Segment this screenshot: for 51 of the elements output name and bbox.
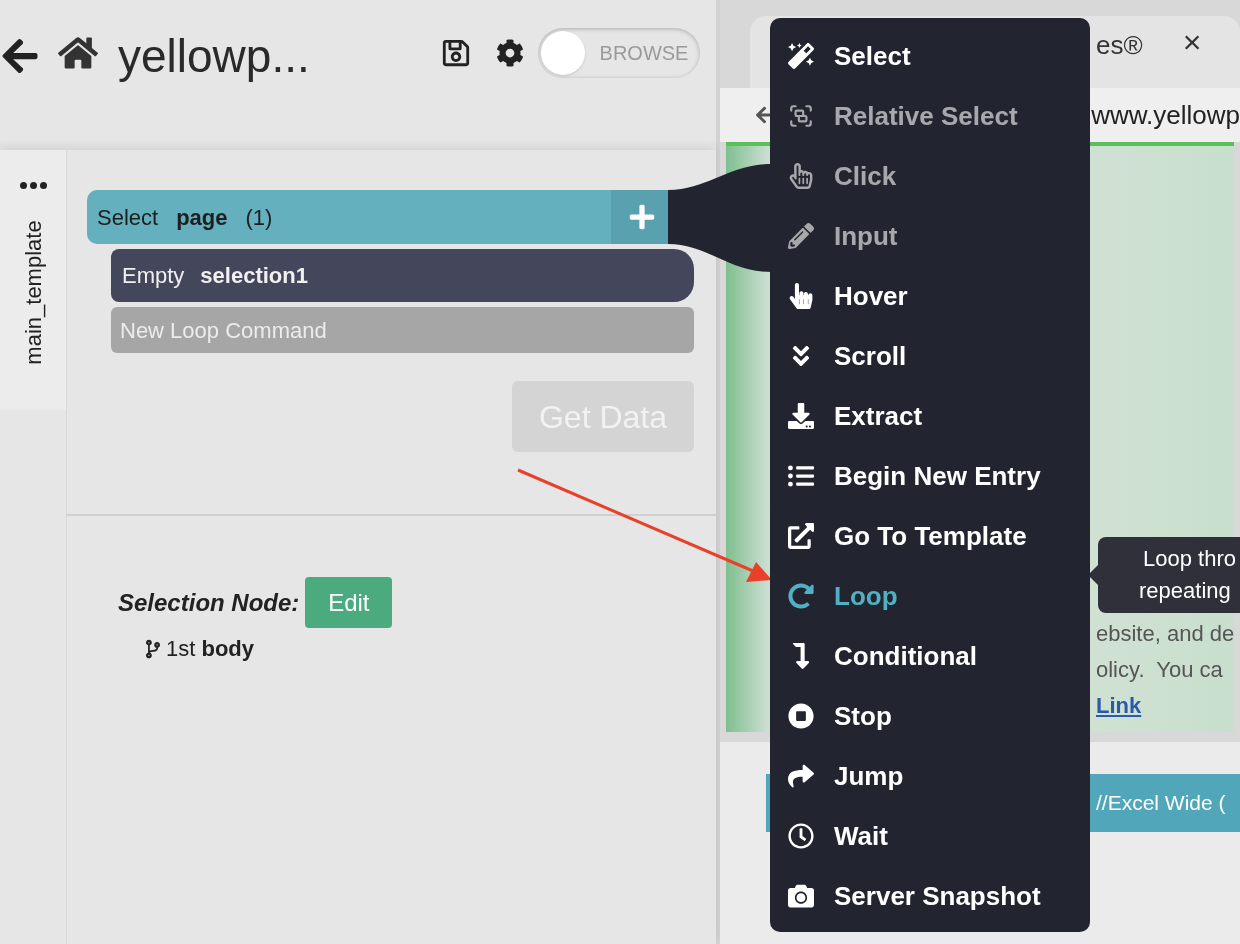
selection-node-label: Selection Node: [118,587,300,618]
menu-item[interactable]: Hover [770,266,1090,326]
command-target: selection1 [200,262,308,290]
menu-item[interactable]: Stop [770,686,1090,746]
menu-item[interactable]: Go To Template [770,506,1090,566]
curved-arrow-icon [788,763,814,789]
template-tab-label: main_template [19,219,47,365]
address-field[interactable]: www.yellowp [1091,95,1240,135]
command-row[interactable]: Empty selection1 [111,249,694,302]
command-count: (1) [245,203,273,232]
menu-item[interactable]: Scroll [770,326,1090,386]
nested-squares-icon [788,103,814,129]
stop-icon [788,703,814,729]
camera-icon [788,883,814,909]
branch-icon [146,638,160,659]
more-icon [19,182,47,189]
save-icon[interactable] [442,38,470,68]
home-icon[interactable] [58,34,98,72]
page-link[interactable]: Link [1096,688,1142,724]
tab-title: es® [1096,29,1143,62]
external-link-icon [788,523,814,549]
menu-item[interactable]: Select [770,26,1090,86]
pencil-icon [788,223,814,249]
list-icon [788,463,814,489]
project-title: yellowp... [118,29,310,84]
node-path: 1st body [166,635,255,663]
menu-item[interactable]: Loop [770,566,1090,626]
pointing-hand-icon [788,163,814,189]
side-tab[interactable]: main_template [0,150,66,410]
menu-item[interactable]: Server Snapshot [770,866,1090,926]
menu-item[interactable]: Extract [770,386,1090,446]
tooltip-text: Loop thro [1143,545,1236,573]
page-text: ebsite, and de [1096,620,1235,648]
tooltip-text: repeating [1139,577,1231,605]
menu-item[interactable]: Conditional [770,626,1090,686]
tab-close-button[interactable]: × [1182,26,1202,58]
menu-item[interactable]: Jump [770,746,1090,806]
plus-icon [627,203,656,231]
clock-icon [788,823,814,849]
page-text: olicy. You ca [1096,656,1223,684]
magic-wand-icon [788,43,814,69]
command-target: page [176,203,228,232]
download-icon [788,403,814,429]
command-verb: Select [96,203,159,232]
pointing-hand-icon [788,283,814,309]
menu-item[interactable]: Wait [770,806,1090,866]
settings-icon[interactable] [496,39,524,67]
menu-item[interactable]: Begin New Entry [770,446,1090,506]
back-arrow-icon[interactable] [0,36,40,76]
command-verb: Empty [121,262,185,290]
redo-icon [788,583,814,609]
